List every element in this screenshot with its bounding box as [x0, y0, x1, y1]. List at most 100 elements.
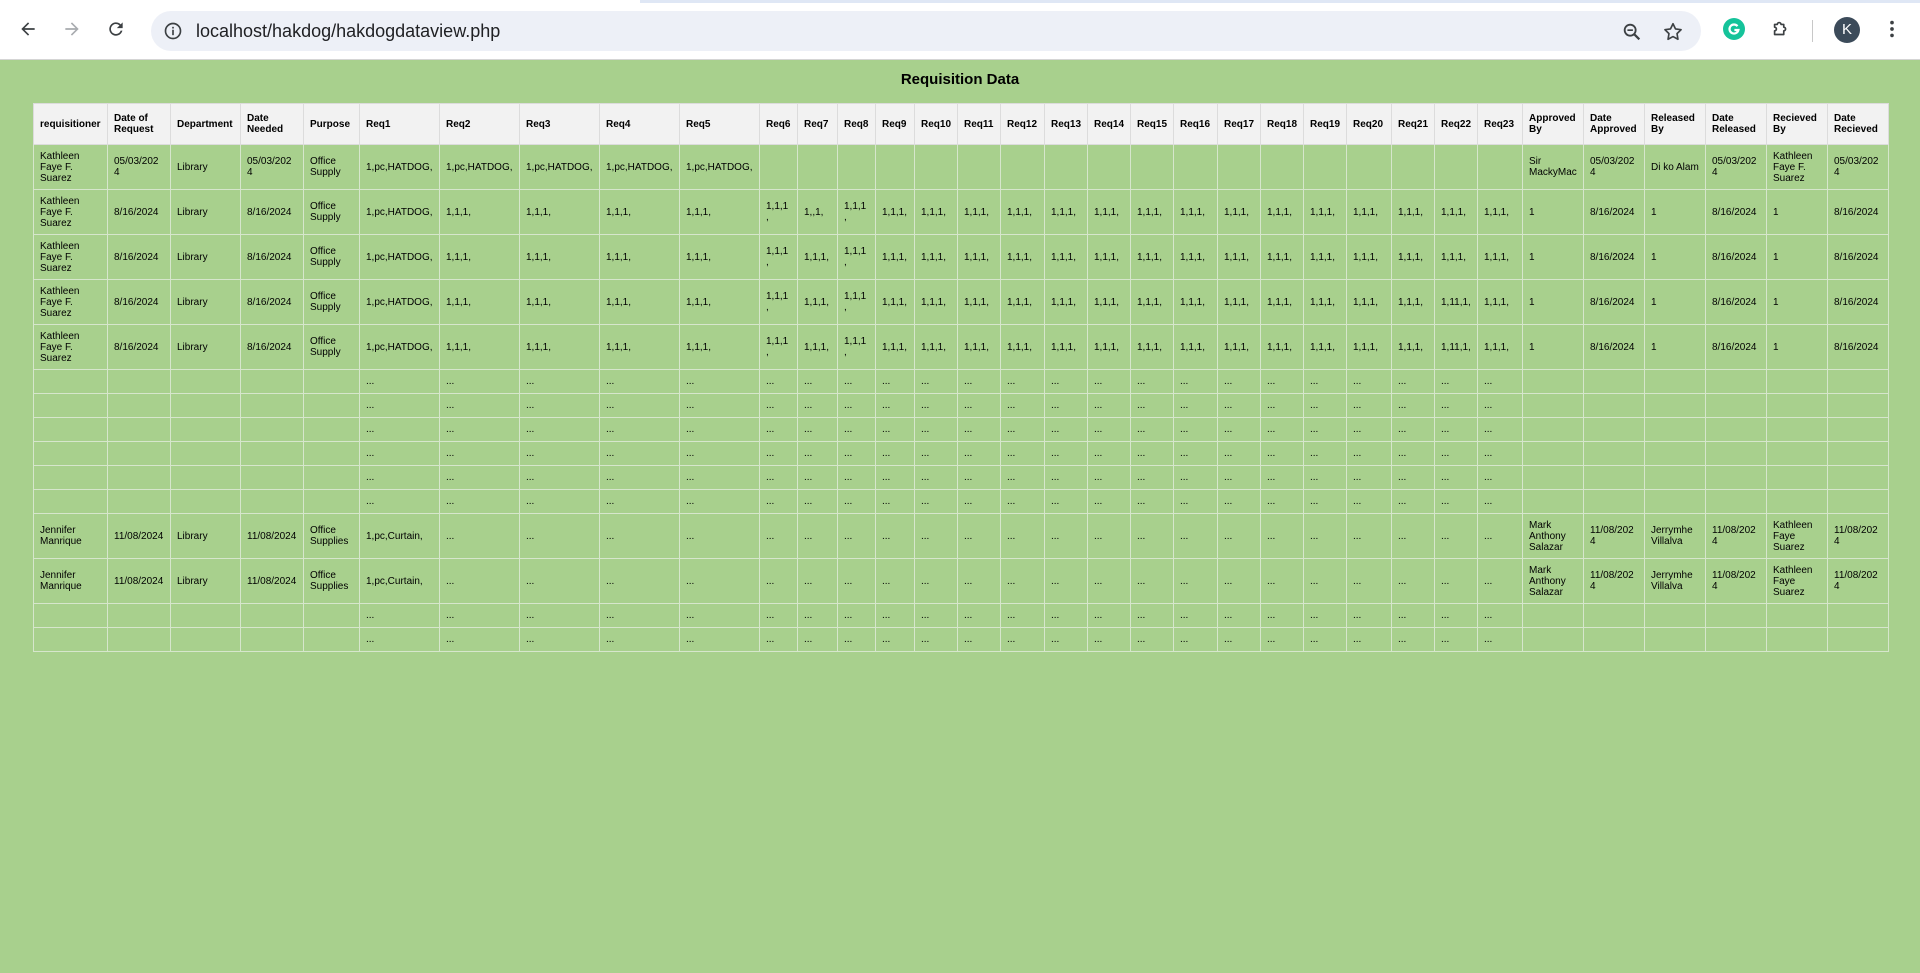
- table-cell: 1,1,1,: [914, 234, 958, 280]
- table-cell: [303, 441, 360, 466]
- table-cell: ...: [599, 627, 680, 652]
- table-cell: [1705, 465, 1767, 490]
- forward-button[interactable]: [56, 13, 88, 45]
- table-row: Kathleen Faye F. Suarez 8/16/2024 Library 8…: [33, 279, 1889, 325]
- table-cell: ...: [1044, 393, 1088, 418]
- table-cell: ...: [875, 558, 915, 604]
- table-cell: Office Supply: [303, 144, 360, 190]
- table-cell: 1: [1644, 189, 1706, 235]
- table-cell: 05/03/2024: [240, 144, 304, 190]
- table-cell: [1766, 603, 1828, 628]
- table-cell: ...: [1130, 441, 1174, 466]
- column-header: Req12: [1000, 103, 1045, 145]
- table-row: Jennifer Manrique 11/08/2024 Library 11/08/…: [33, 513, 1889, 559]
- table-cell: [1391, 144, 1435, 190]
- active-tab[interactable]: [0, 0, 640, 3]
- table-cell: [240, 369, 304, 394]
- profile-avatar[interactable]: K: [1834, 17, 1860, 43]
- table-cell: ...: [1217, 369, 1261, 394]
- table-row: ........................................…: [33, 465, 1889, 490]
- table-cell: 1,1,1,: [759, 189, 798, 235]
- table-cell: ...: [837, 558, 876, 604]
- grammarly-icon: [1723, 18, 1745, 40]
- table-cell: ...: [1217, 558, 1261, 604]
- column-header: Purpose: [303, 103, 360, 145]
- table-cell: 1,1,1,: [1087, 279, 1131, 325]
- table-cell: ...: [599, 603, 680, 628]
- table-cell: 1,1,1,: [759, 234, 798, 280]
- table-cell: [303, 489, 360, 514]
- table-cell: ...: [1130, 558, 1174, 604]
- zoom-icon[interactable]: [1621, 21, 1643, 43]
- table-cell: ...: [1044, 417, 1088, 442]
- table-cell: 1,1,1,: [1303, 234, 1347, 280]
- table-cell: Jerrymhe Villalva: [1644, 558, 1706, 604]
- table-cell: ...: [797, 393, 838, 418]
- table-cell: ...: [914, 627, 958, 652]
- toolbar-separator: [1812, 20, 1813, 42]
- bookmark-star-icon[interactable]: [1662, 21, 1684, 43]
- table-cell: [240, 627, 304, 652]
- table-cell: ...: [1000, 489, 1045, 514]
- table-cell: ...: [519, 627, 600, 652]
- table-cell: ...: [1303, 393, 1347, 418]
- table-cell: 05/03/2024: [1827, 144, 1889, 190]
- browser-menu-button[interactable]: [1878, 15, 1906, 43]
- column-header: Req14: [1087, 103, 1131, 145]
- table-cell: ...: [1477, 627, 1523, 652]
- table-row: Kathleen Faye F. Suarez 8/16/2024 Library 8…: [33, 189, 1889, 235]
- table-cell: 1,pc,HATDOG,: [359, 234, 440, 280]
- table-cell: ...: [837, 369, 876, 394]
- table-cell: ...: [1391, 627, 1435, 652]
- table-cell: 1,1,1,: [1217, 279, 1261, 325]
- table-cell: 1,1,1,: [1346, 279, 1392, 325]
- table-cell: [1705, 603, 1767, 628]
- column-header: Req3: [519, 103, 600, 145]
- table-cell: [1044, 144, 1088, 190]
- table-cell: 8/16/2024: [1583, 189, 1645, 235]
- kebab-menu-icon: [1890, 20, 1894, 38]
- table-cell: ...: [1260, 513, 1304, 559]
- site-info-icon[interactable]: [163, 21, 183, 41]
- back-button[interactable]: [12, 13, 44, 45]
- table-cell: 1,1,1,: [759, 324, 798, 370]
- table-cell: 1,1,1,: [1000, 234, 1045, 280]
- table-cell: [303, 369, 360, 394]
- table-cell: 1: [1522, 324, 1584, 370]
- table-cell: ...: [359, 627, 440, 652]
- address-bar[interactable]: localhost/hakdog/hakdogdataview.php: [151, 11, 1701, 51]
- table-cell: 8/16/2024: [107, 189, 171, 235]
- column-header: Req23: [1477, 103, 1523, 145]
- table-cell: ...: [1434, 369, 1478, 394]
- table-cell: ...: [759, 393, 798, 418]
- table-cell: [1522, 417, 1584, 442]
- table-row: ........................................…: [33, 393, 1889, 418]
- table-cell: [1827, 441, 1889, 466]
- extensions-button[interactable]: [1767, 15, 1795, 43]
- table-cell: ...: [599, 465, 680, 490]
- url-text[interactable]: localhost/hakdog/hakdogdataview.php: [196, 11, 500, 51]
- table-cell: Library: [170, 513, 241, 559]
- table-cell: 05/03/2024: [107, 144, 171, 190]
- table-cell: ...: [797, 558, 838, 604]
- table-cell: Library: [170, 279, 241, 325]
- table-cell: ...: [1000, 513, 1045, 559]
- table-cell: 1,1,1,: [759, 279, 798, 325]
- reload-button[interactable]: [100, 13, 132, 45]
- table-cell: [1130, 144, 1174, 190]
- grammarly-extension-button[interactable]: [1720, 15, 1748, 43]
- browser-toolbar: localhost/hakdog/hakdogdataview.php K: [0, 0, 1920, 60]
- table-cell: ...: [359, 489, 440, 514]
- table-cell: ...: [1434, 465, 1478, 490]
- table-cell: 1,1,1,: [1391, 324, 1435, 370]
- table-cell: ...: [439, 369, 520, 394]
- table-cell: ...: [1087, 393, 1131, 418]
- table-cell: [1827, 465, 1889, 490]
- table-cell: ...: [957, 465, 1001, 490]
- table-cell: ...: [1044, 465, 1088, 490]
- table-cell: [303, 465, 360, 490]
- table-cell: ...: [1303, 603, 1347, 628]
- column-header: Req8: [837, 103, 876, 145]
- table-cell: [107, 369, 171, 394]
- table-cell: [957, 144, 1001, 190]
